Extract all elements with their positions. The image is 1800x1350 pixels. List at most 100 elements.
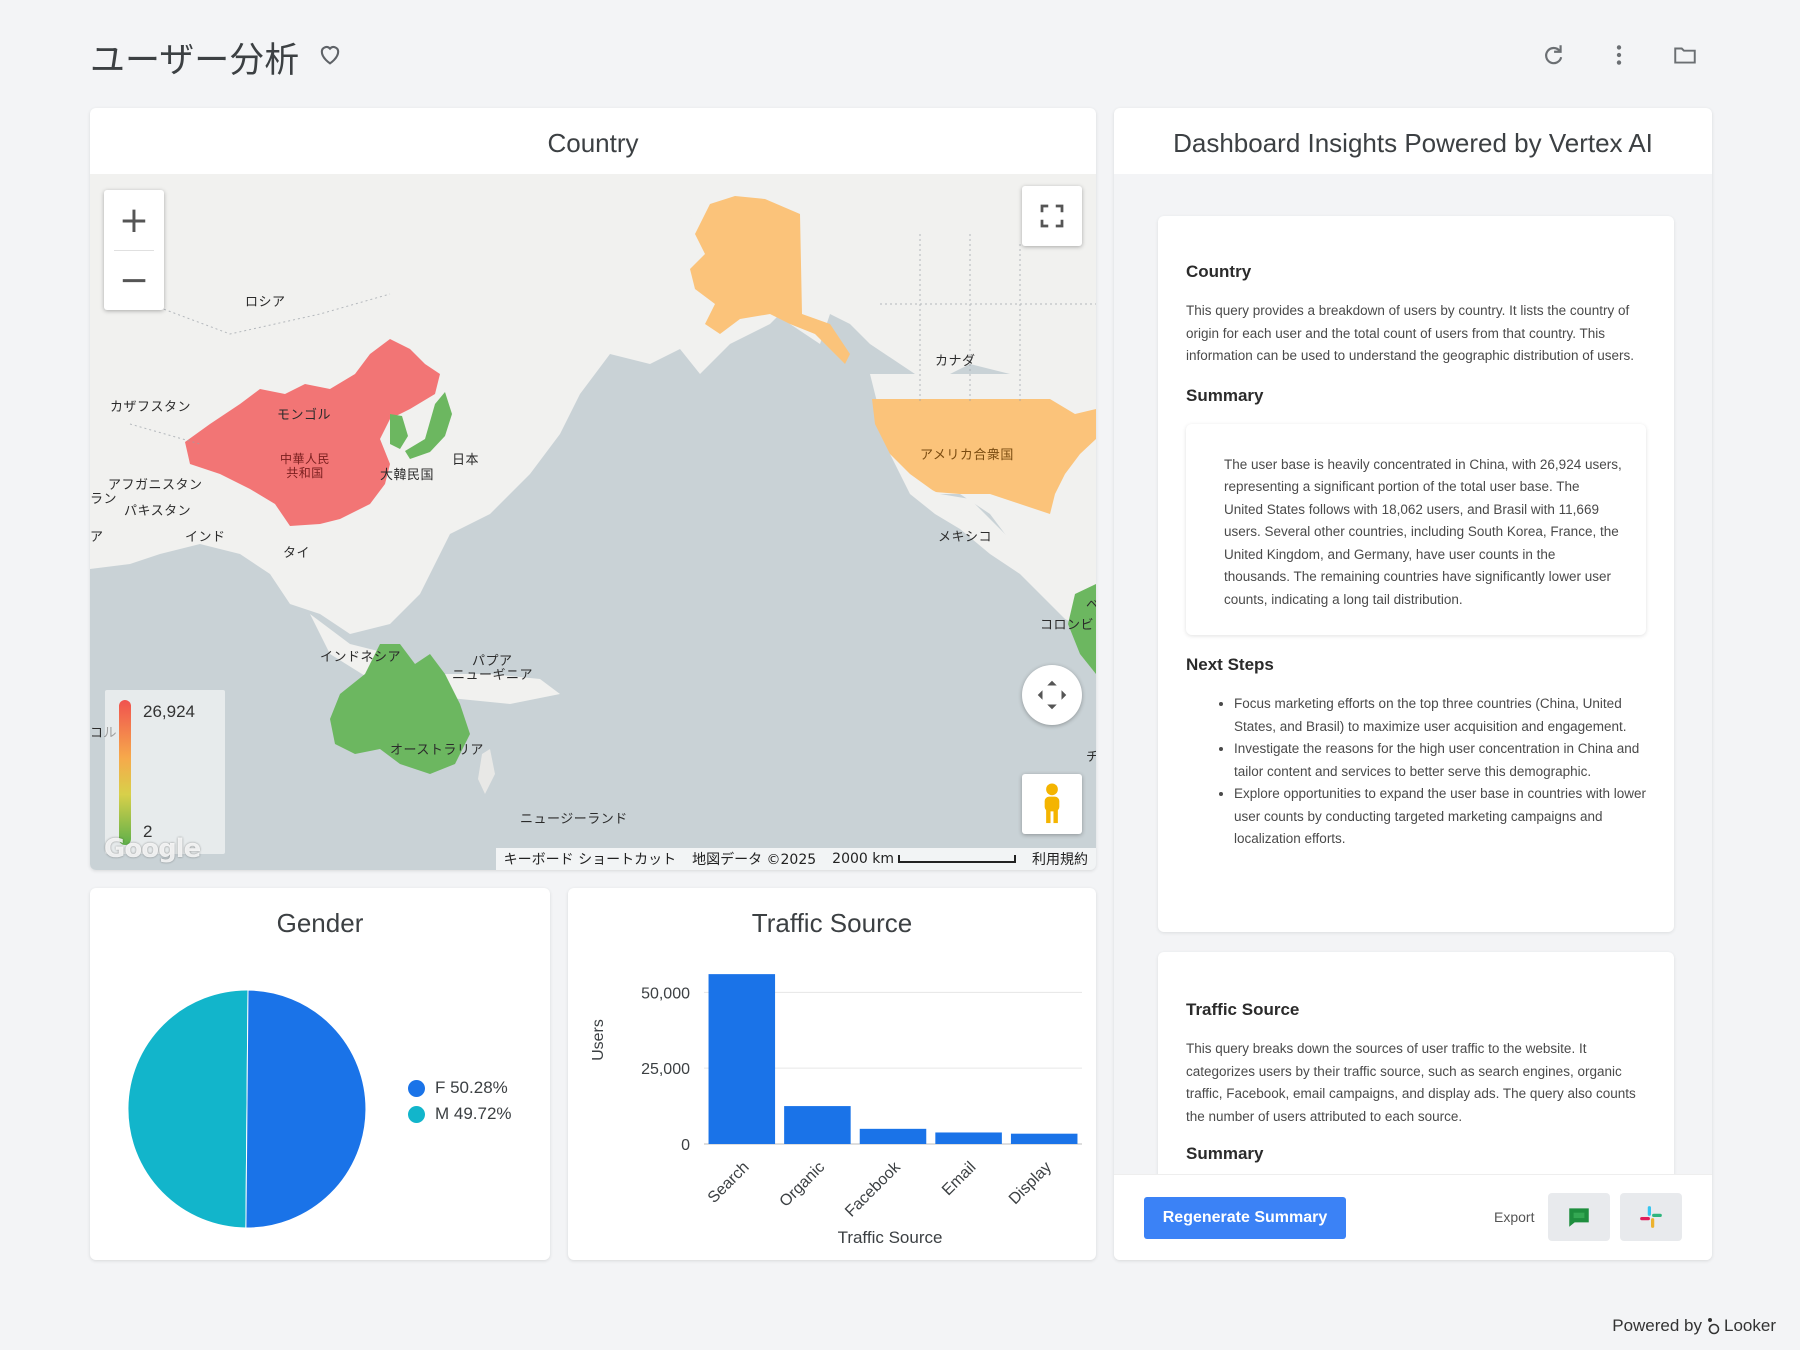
label-kazakhstan: カザフスタン — [110, 400, 192, 415]
insight-country-summary-box: The user base is heavily concentrated in… — [1186, 424, 1646, 636]
gender-pie-chart[interactable] — [123, 984, 373, 1234]
legend-dot-f — [408, 1079, 425, 1097]
x-axis-label: Traffic Source — [838, 1228, 943, 1247]
label-usa: アメリカ合衆国 — [920, 448, 1014, 463]
traffic-tile-title: Traffic Source — [751, 908, 913, 938]
label-russia: ロシア — [245, 295, 286, 310]
keyboard-shortcuts-link[interactable]: キーボード ショートカット — [496, 849, 684, 869]
gender-legend-f: F 50.28% — [408, 1078, 508, 1098]
country-map[interactable]: + − ロシア カザフスタン モンゴル 中華人民 共和国 大韓民国 日本 アフガ… — [90, 174, 1096, 870]
powered-by-text: Powered by — [1612, 1316, 1703, 1335]
zoom-control: + − — [104, 190, 164, 310]
label-australia: オーストラリア — [390, 743, 484, 758]
insight-next-steps-heading: Next Steps — [1186, 655, 1274, 674]
export-label: Export — [1494, 1209, 1535, 1225]
label-china-line1: 中華人民 — [280, 452, 331, 466]
label-korea: 大韓民国 — [380, 468, 435, 483]
label-png-2: ニューギニア — [452, 668, 534, 683]
label-new-zealand: ニュージーランド — [520, 812, 628, 827]
zoom-in-button[interactable]: + — [104, 190, 164, 250]
insight-country-heading: Country — [1186, 262, 1252, 281]
scale-bar — [898, 855, 1016, 863]
gender-tile: Gender F 50.28% M 49.72% — [90, 888, 550, 1260]
y-tick-label: 50,000 — [641, 985, 690, 1002]
insight-next-steps-list: Focus marketing efforts on the top three… — [1186, 693, 1646, 851]
y-tick-label: 25,000 — [641, 1061, 690, 1078]
gender-legend-m: M 49.72% — [408, 1104, 512, 1124]
map-scale: 2000 km — [824, 851, 1024, 867]
refresh-icon[interactable] — [1538, 40, 1568, 70]
zoom-out-button[interactable]: − — [104, 250, 164, 310]
more-vert-icon[interactable] — [1604, 40, 1634, 70]
label-edge-ve: ベ — [1086, 598, 1096, 613]
insight-country-summary-heading: Summary — [1186, 385, 1264, 405]
label-colombia: コロンビ — [1040, 618, 1095, 633]
label-edge-a: ア — [90, 530, 104, 545]
insights-scroll-area[interactable]: Country This query provides a breakdown … — [1114, 174, 1712, 1174]
label-china-line2: 共和国 — [286, 466, 324, 480]
label-afghanistan: アフガニスタン — [108, 478, 203, 493]
camera-control-button[interactable] — [1022, 665, 1082, 725]
country-tile-title: Country — [547, 128, 639, 158]
legend-label-m: M 49.72% — [435, 1104, 512, 1123]
x-tick-label: Organic — [777, 1159, 829, 1211]
y-axis-label: Users — [590, 1019, 607, 1061]
x-tick-label: Email — [939, 1159, 979, 1199]
x-tick-label: Search — [705, 1159, 753, 1207]
insight-traffic-panel: Traffic Source This query breaks down th… — [1158, 952, 1674, 1174]
regenerate-summary-button[interactable]: Regenerate Summary — [1144, 1197, 1346, 1239]
street-view-pegman[interactable] — [1022, 774, 1082, 834]
folder-icon[interactable] — [1670, 40, 1700, 70]
insights-tile: Dashboard Insights Powered by Vertex AI … — [1114, 108, 1712, 1260]
label-pakistan: パキスタン — [124, 504, 192, 519]
label-mexico: メキシコ — [938, 530, 993, 545]
map-data-text: 地図データ ©2025 — [692, 852, 817, 868]
next-step-item: Investigate the reasons for the high use… — [1234, 738, 1646, 783]
legend-gradient — [119, 700, 131, 845]
looker-brand-text: Looker — [1724, 1316, 1776, 1335]
looker-logo-icon — [1708, 1318, 1720, 1335]
legend-dot-m — [408, 1105, 425, 1123]
bar-organic[interactable] — [784, 1106, 851, 1144]
camera-move-icon — [1037, 680, 1067, 710]
label-china: 中華人民 共和国 — [280, 452, 330, 480]
label-canada: カナダ — [935, 354, 976, 369]
export-slack-button[interactable] — [1620, 1193, 1682, 1241]
bar-display[interactable] — [1010, 1133, 1078, 1144]
pegman-icon — [1044, 783, 1060, 824]
google-chat-icon — [1569, 1208, 1589, 1227]
map-scale-label: 2000 km — [832, 851, 894, 867]
next-step-item: Explore opportunities to expand the user… — [1234, 783, 1646, 851]
slack-icon — [1640, 1206, 1662, 1228]
traffic-bar-chart[interactable]: 50,000 25,000 0 Search Organic Facebook Email… — [568, 950, 1096, 1260]
x-tick-label: Display — [1006, 1159, 1055, 1208]
export-google-chat-button[interactable] — [1548, 1193, 1610, 1241]
gender-tile-title: Gender — [276, 908, 364, 938]
pie-slice-m — [127, 989, 249, 1229]
label-india: インド — [185, 530, 226, 545]
insights-title: Dashboard Insights Powered by Vertex AI — [1173, 128, 1653, 158]
insight-country-panel: Country This query provides a breakdown … — [1158, 216, 1674, 932]
terms-link[interactable]: 利用規約 — [1024, 849, 1096, 869]
bar-facebook[interactable] — [859, 1128, 927, 1144]
label-edge-ran: ラン — [90, 492, 118, 507]
bar-search[interactable] — [708, 974, 776, 1144]
bar-email[interactable] — [935, 1132, 1002, 1144]
pie-slice-f — [245, 989, 367, 1229]
insights-footer: Regenerate Summary Export — [1114, 1174, 1712, 1260]
map-color-legend: 26,924 2 — [105, 690, 225, 854]
page-title: ユーザー分析 — [90, 41, 300, 81]
insight-country-summary: The user base is heavily concentrated in… — [1224, 456, 1622, 607]
google-logo: Google — [104, 834, 201, 864]
fullscreen-button[interactable] — [1022, 186, 1082, 246]
country-tile: Country + − ロシア カザフスタン モンゴル 中華人民 共和国 大韓民… — [90, 108, 1096, 870]
fullscreen-icon — [1040, 204, 1064, 228]
legend-max-value: 26,924 — [143, 702, 195, 721]
insight-traffic-summary-heading: Summary — [1186, 1144, 1264, 1163]
label-indonesia: インドネシア — [320, 650, 402, 665]
label-japan: 日本 — [452, 453, 480, 468]
label-thailand: タイ — [283, 546, 311, 561]
insight-traffic-description: This query breaks down the sources of us… — [1186, 1041, 1636, 1124]
heart-outline-icon[interactable] — [316, 40, 344, 68]
powered-by-looker: Powered by Looker — [1612, 1316, 1776, 1336]
